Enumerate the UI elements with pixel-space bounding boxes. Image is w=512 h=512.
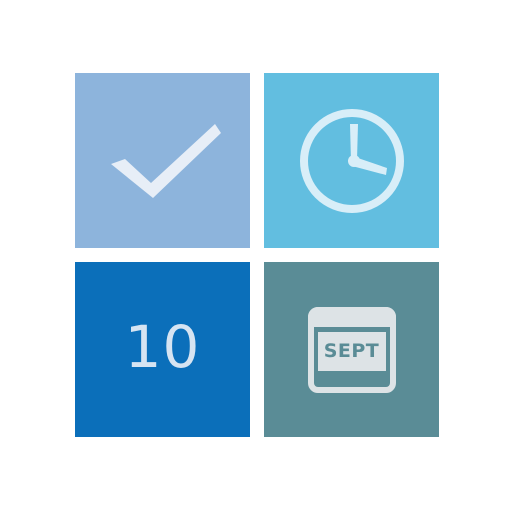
month-tile[interactable]: SEPT (264, 262, 439, 437)
calendar-icon: SEPT (307, 306, 396, 393)
month-label: SEPT (317, 331, 386, 371)
app-icon-grid: 10 SEPT (0, 0, 512, 512)
clock-icon (299, 108, 404, 213)
clock-tile[interactable] (264, 73, 439, 248)
checkmark-icon (110, 123, 221, 198)
tasks-tile[interactable] (75, 73, 250, 248)
day-tile[interactable]: 10 (75, 262, 250, 437)
day-number: 10 (124, 312, 201, 381)
